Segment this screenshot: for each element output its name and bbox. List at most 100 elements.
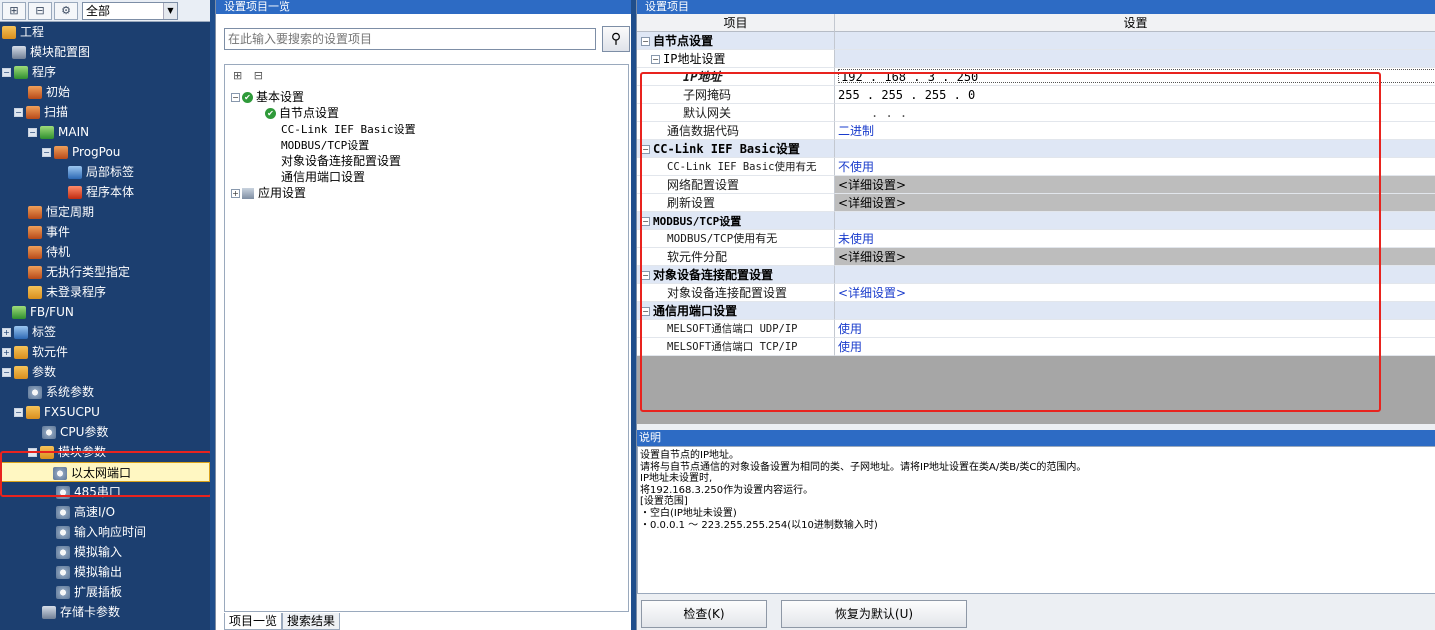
collapse-icon[interactable]: − bbox=[651, 55, 660, 64]
setting-item-application[interactable]: + 应用设置 bbox=[225, 185, 628, 201]
modbus-use-select[interactable]: 未使用 bbox=[835, 230, 1435, 248]
tree-item-analog-input[interactable]: 模拟输入 bbox=[0, 542, 210, 562]
setting-item-target-conn[interactable]: 对象设备连接配置设置 bbox=[225, 153, 628, 169]
tree-item-fixed-scan[interactable]: 恒定周期 bbox=[0, 202, 210, 222]
tree-item-high-speed-io[interactable]: 高速I/O bbox=[0, 502, 210, 522]
project-icon bbox=[2, 26, 16, 39]
expand-all-icon[interactable]: ⊞ bbox=[2, 1, 26, 20]
collapse-icon[interactable]: − bbox=[28, 128, 37, 137]
tree-item-485-serial[interactable]: 485串口 bbox=[0, 482, 210, 502]
description-line: IP地址未设置时, bbox=[640, 473, 713, 485]
tree-item-project[interactable]: 工程 bbox=[0, 22, 210, 42]
collapse-icon[interactable]: − bbox=[641, 37, 650, 46]
tree-item-input-response[interactable]: 输入响应时间 bbox=[0, 522, 210, 542]
expand-all-icon[interactable]: ⊞ bbox=[233, 69, 242, 82]
tree-item-expansion-board[interactable]: 扩展插板 bbox=[0, 582, 210, 602]
setting-item-comm-port[interactable]: 通信用端口设置 bbox=[225, 169, 628, 185]
analog-output-icon bbox=[56, 566, 70, 579]
binoculars-icon[interactable]: ⚲ bbox=[602, 26, 630, 52]
tree-item-ethernet-port[interactable]: 以太网端口 bbox=[0, 462, 210, 482]
tree-item-scan[interactable]: − 扫描 bbox=[0, 102, 210, 122]
tree-item-system-param[interactable]: 系统参数 bbox=[0, 382, 210, 402]
expand-icon[interactable]: + bbox=[2, 328, 11, 337]
target-conn-detail-button[interactable]: <详细设置> bbox=[835, 284, 1435, 302]
tcp-port-select[interactable]: 使用 bbox=[835, 338, 1435, 356]
tree-item-event[interactable]: 事件 bbox=[0, 222, 210, 242]
tree-item-initial[interactable]: 初始 bbox=[0, 82, 210, 102]
tree-item-program-body[interactable]: 程序本体 bbox=[0, 182, 210, 202]
collapse-icon[interactable]: − bbox=[641, 145, 650, 154]
grid-row-gateway: 默认网关 . . . bbox=[637, 104, 1435, 122]
tree-item-analog-output[interactable]: 模拟输出 bbox=[0, 562, 210, 582]
tree-item-program[interactable]: − 程序 bbox=[0, 62, 210, 82]
grid-category-own-node[interactable]: − 自节点设置 bbox=[637, 32, 1435, 50]
module-parameter-icon bbox=[40, 446, 54, 459]
tree-item-main[interactable]: − MAIN bbox=[0, 122, 210, 142]
expand-icon[interactable]: + bbox=[231, 189, 240, 198]
tree-item-label[interactable]: + 标签 bbox=[0, 322, 210, 342]
grid-row-ccief-use: CC-Link IEF Basic使用有无 不使用 bbox=[637, 158, 1435, 176]
refresh-detail-button[interactable]: <详细设置> bbox=[835, 194, 1435, 212]
grid-category-ccief[interactable]: − CC-Link IEF Basic设置 bbox=[637, 140, 1435, 158]
network-config-detail-button[interactable]: <详细设置> bbox=[835, 176, 1435, 194]
tree-filter-select[interactable]: 全部 ▼ bbox=[82, 1, 178, 20]
grid-row-modbus-use: MODBUS/TCP使用有无 未使用 bbox=[637, 230, 1435, 248]
setting-item-basic[interactable]: − ✔ 基本设置 bbox=[225, 89, 628, 105]
collapse-icon[interactable]: − bbox=[641, 217, 650, 226]
setting-detail-panel: 设置项目 项目 设置 − 自节点设置 − IP地址设置 IP地址 192 . 168… bbox=[636, 0, 1435, 630]
collapse-icon[interactable]: − bbox=[231, 93, 240, 102]
application-folder-icon bbox=[242, 188, 254, 199]
expand-icon[interactable]: + bbox=[2, 348, 11, 357]
chevron-down-icon[interactable]: ▼ bbox=[163, 2, 177, 19]
check-button[interactable]: 检查(K) bbox=[641, 600, 767, 628]
parameter-icon bbox=[14, 366, 28, 379]
collapse-icon[interactable]: − bbox=[14, 108, 23, 117]
tree-item-parameter[interactable]: − 参数 bbox=[0, 362, 210, 382]
tree-item-local-label[interactable]: 局部标签 bbox=[0, 162, 210, 182]
collapse-icon[interactable]: − bbox=[641, 307, 650, 316]
grid-category-comm-port[interactable]: − 通信用端口设置 bbox=[637, 302, 1435, 320]
expansion-board-icon bbox=[56, 586, 70, 599]
tree-item-module-config[interactable]: 模块配置图 bbox=[0, 42, 210, 62]
grid-row-tcp: MELSOFT通信端口 TCP/IP 使用 bbox=[637, 338, 1435, 356]
collapse-icon[interactable]: − bbox=[641, 271, 650, 280]
tree-item-unregistered[interactable]: 未登录程序 bbox=[0, 282, 210, 302]
grid-category-modbus[interactable]: − MODBUS/TCP设置 bbox=[637, 212, 1435, 230]
setting-item-own-node[interactable]: ✔ 自节点设置 bbox=[225, 105, 628, 121]
ip-address-input[interactable]: 192 . 168 . 3 . 250 bbox=[838, 69, 1435, 84]
tree-item-fx5ucpu[interactable]: − FX5UCPU bbox=[0, 402, 210, 422]
tree-item-no-exec-type[interactable]: 无执行类型指定 bbox=[0, 262, 210, 282]
device-icon bbox=[14, 346, 28, 359]
gear-icon[interactable]: ⚙ bbox=[54, 1, 78, 20]
setting-item-ccief[interactable]: CC-Link IEF Basic设置 bbox=[225, 121, 628, 137]
udp-port-select[interactable]: 使用 bbox=[835, 320, 1435, 338]
tree-item-fbfun[interactable]: FB/FUN bbox=[0, 302, 210, 322]
collapse-all-icon[interactable]: ⊟ bbox=[28, 1, 52, 20]
comm-data-code-select[interactable]: 二进制 bbox=[835, 122, 1435, 140]
description-line: [设置范围] bbox=[640, 496, 688, 508]
tree-item-module-param[interactable]: − 模块参数 bbox=[0, 442, 210, 462]
tree-item-standby[interactable]: 待机 bbox=[0, 242, 210, 262]
collapse-icon[interactable]: − bbox=[42, 148, 51, 157]
collapse-icon[interactable]: − bbox=[2, 368, 11, 377]
grid-subcategory-ip[interactable]: − IP地址设置 bbox=[637, 50, 1435, 68]
default-gateway-input[interactable]: . . . bbox=[835, 104, 1435, 122]
tree-item-cpu-param[interactable]: CPU参数 bbox=[0, 422, 210, 442]
setting-search-input[interactable] bbox=[224, 28, 596, 50]
ccief-use-select[interactable]: 不使用 bbox=[835, 158, 1435, 176]
collapse-icon[interactable]: − bbox=[2, 68, 11, 77]
collapse-icon[interactable]: − bbox=[14, 408, 23, 417]
tree-item-progpou[interactable]: − ProgPou bbox=[0, 142, 210, 162]
setting-item-modbus[interactable]: MODBUS/TCP设置 bbox=[225, 137, 628, 153]
device-alloc-detail-button[interactable]: <详细设置> bbox=[835, 248, 1435, 266]
restore-default-button[interactable]: 恢复为默认(U) bbox=[781, 600, 967, 628]
tab-search-result[interactable]: 搜索结果 bbox=[282, 613, 341, 630]
cpu-parameter-icon bbox=[42, 426, 56, 439]
collapse-all-icon[interactable]: ⊟ bbox=[254, 69, 263, 82]
tree-item-device[interactable]: + 软元件 bbox=[0, 342, 210, 362]
subnet-mask-input[interactable]: 255 . 255 . 255 . 0 bbox=[835, 86, 1435, 104]
tab-item-list[interactable]: 项目一览 bbox=[224, 613, 283, 630]
collapse-icon[interactable]: − bbox=[28, 448, 37, 457]
grid-category-target-conn[interactable]: − 对象设备连接配置设置 bbox=[637, 266, 1435, 284]
tree-item-memory-card[interactable]: 存储卡参数 bbox=[0, 602, 210, 622]
